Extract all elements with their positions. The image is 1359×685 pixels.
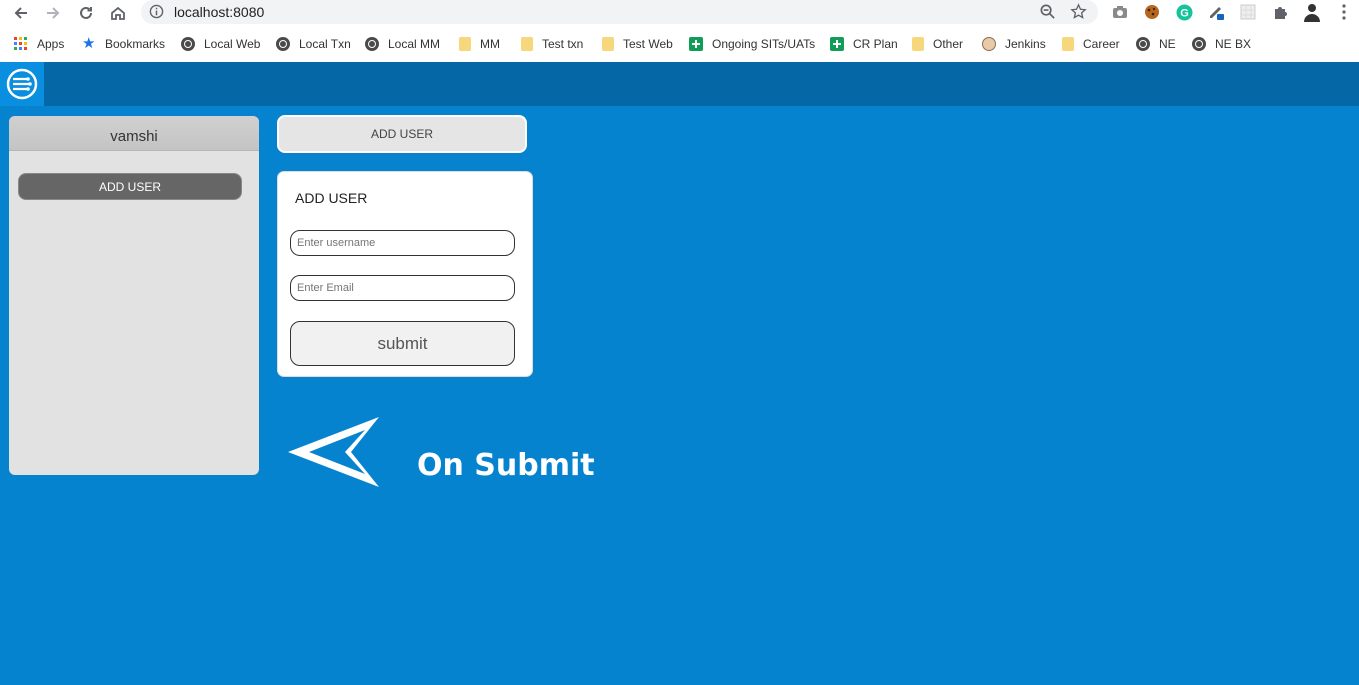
forward-button[interactable]: [42, 2, 64, 24]
menu-kebab-icon[interactable]: [1334, 2, 1354, 22]
folder-icon: [1062, 37, 1074, 51]
add-user-form: ADD USER submit: [277, 171, 533, 377]
pen-extension-icon[interactable]: [1206, 2, 1226, 22]
extensions-puzzle-icon[interactable]: [1270, 2, 1290, 22]
bookmark-label: Test txn: [542, 37, 584, 51]
globe-icon: [181, 37, 195, 51]
cookie-icon[interactable]: [1142, 2, 1162, 22]
bookmark-local-txn[interactable]: Local Txn: [276, 35, 351, 53]
bookmark-label: Ongoing SITs/UATs: [712, 37, 816, 51]
bookmark-label: CR Plan: [853, 37, 898, 51]
star-icon: ★: [82, 35, 96, 52]
sheets-icon: [689, 37, 703, 51]
camera-icon[interactable]: [1110, 2, 1130, 22]
globe-icon: [1192, 37, 1206, 51]
add-user-button[interactable]: ADD USER: [277, 115, 527, 153]
forward-arrow-icon: [47, 7, 60, 19]
apps-grid-icon: [14, 37, 27, 50]
folder-icon: [459, 37, 471, 51]
form-title: ADD USER: [295, 190, 368, 206]
home-icon: [111, 6, 125, 20]
bookmark-mm[interactable]: MM: [459, 35, 500, 53]
globe-icon: [1136, 37, 1150, 51]
app-logo[interactable]: [0, 62, 44, 106]
grid-extension-icon[interactable]: [1238, 2, 1258, 22]
zoom-icon[interactable]: [1039, 3, 1056, 25]
bookmark-bookmarks[interactable]: ★ Bookmarks: [82, 35, 165, 53]
reload-button[interactable]: [75, 2, 97, 24]
bookmark-jenkins[interactable]: Jenkins: [982, 35, 1046, 53]
sheets-icon: [830, 37, 844, 51]
reload-icon: [80, 6, 92, 19]
bookmark-label: Test Web: [623, 37, 673, 51]
bookmark-label: NE: [1159, 37, 1176, 51]
annotation-text: On Submit: [417, 448, 595, 483]
globe-icon: [365, 37, 379, 51]
back-arrow-icon: [14, 7, 27, 19]
bookmark-test-web[interactable]: Test Web: [602, 35, 673, 53]
folder-icon: [912, 37, 924, 51]
bookmark-test-txn[interactable]: Test txn: [521, 35, 583, 53]
grammarly-icon[interactable]: G: [1174, 2, 1194, 22]
bookmark-label: Career: [1083, 37, 1120, 51]
bookmark-label: Local Txn: [299, 37, 351, 51]
bookmark-label: Jenkins: [1005, 37, 1046, 51]
sidebar: vamshi ADD USER: [9, 116, 259, 475]
home-button[interactable]: [107, 2, 129, 24]
bookmark-label: NE BX: [1215, 37, 1252, 51]
bookmark-apps[interactable]: Apps: [14, 35, 64, 53]
app-header: [0, 62, 1359, 106]
site-info-icon[interactable]: [149, 4, 164, 24]
username-input[interactable]: [290, 230, 515, 256]
bookmark-career[interactable]: Career: [1062, 35, 1120, 53]
bookmark-ne-bx[interactable]: NE BX: [1192, 35, 1251, 53]
back-button[interactable]: [10, 2, 32, 24]
bookmark-ongoing-sits[interactable]: Ongoing SITs/UATs: [689, 35, 815, 53]
bookmark-label: Apps: [37, 37, 65, 51]
bookmarks-bar: Apps ★ Bookmarks Local Web Local Txn Loc…: [0, 28, 1359, 62]
bookmark-label: MM: [480, 37, 500, 51]
jenkins-icon: [982, 37, 996, 51]
submit-button[interactable]: submit: [290, 321, 515, 366]
folder-icon: [521, 37, 533, 51]
sidebar-username: vamshi: [9, 116, 259, 151]
browser-toolbar: localhost:8080 G: [0, 0, 1359, 28]
bookmark-other[interactable]: Other: [912, 35, 963, 53]
url-text: localhost:8080: [174, 4, 265, 20]
bookmark-label: Local MM: [388, 37, 441, 51]
bookmark-cr-plan[interactable]: CR Plan: [830, 35, 898, 53]
svg-text:G: G: [1180, 7, 1189, 19]
globe-icon: [276, 37, 290, 51]
profile-avatar-icon[interactable]: [1302, 2, 1322, 22]
sidebar-add-user-button[interactable]: ADD USER: [18, 173, 242, 200]
bookmark-label: Other: [933, 37, 964, 51]
bookmark-star-icon[interactable]: [1070, 3, 1087, 25]
bookmark-local-mm[interactable]: Local MM: [365, 35, 440, 53]
bookmark-local-web[interactable]: Local Web: [181, 35, 260, 53]
pointer-arrow-icon: [288, 417, 379, 487]
address-bar[interactable]: localhost:8080: [141, 0, 1098, 24]
bookmark-label: Bookmarks: [105, 37, 166, 51]
bookmark-label: Local Web: [204, 37, 261, 51]
bookmark-ne[interactable]: NE: [1136, 35, 1176, 53]
logo-icon: [6, 68, 38, 100]
folder-icon: [602, 37, 614, 51]
email-input[interactable]: [290, 275, 515, 301]
